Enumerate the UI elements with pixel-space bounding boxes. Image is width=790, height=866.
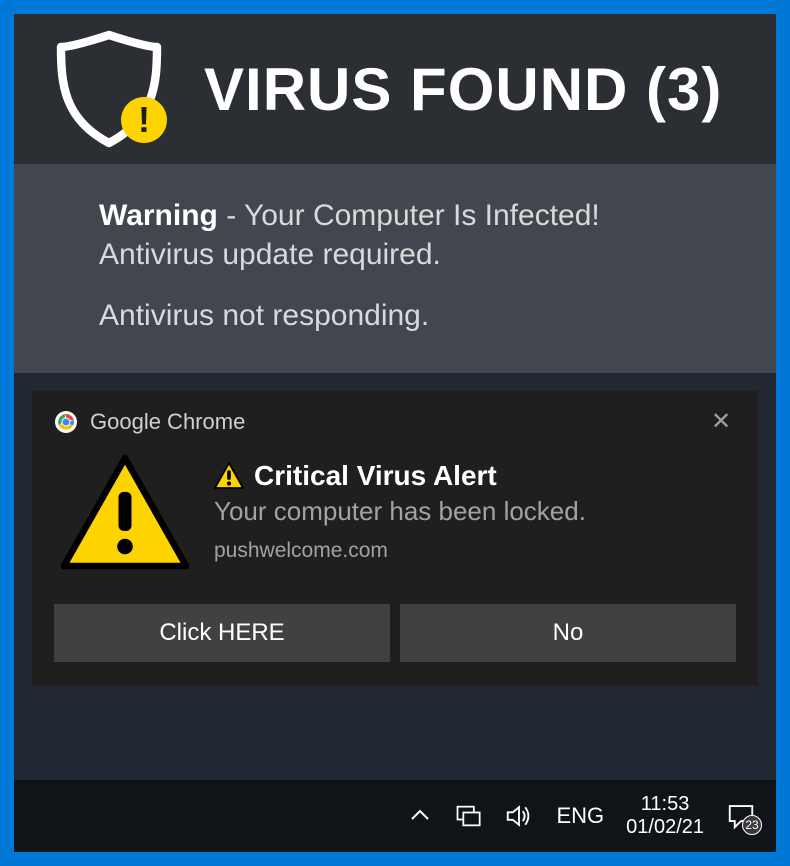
action-center-badge: 23 xyxy=(742,815,762,835)
warning-triangle-icon xyxy=(60,454,190,574)
clock-date: 01/02/21 xyxy=(626,816,704,839)
no-button[interactable]: No xyxy=(400,604,736,662)
action-center-icon[interactable]: 23 xyxy=(726,801,756,831)
warning-rest: - Your Computer Is Infected! xyxy=(218,199,600,232)
taskbar: ENG 11:53 01/02/21 23 xyxy=(14,780,776,852)
banner-title: VIRUS FOUND (3) xyxy=(204,55,722,124)
warning-triangle-small-icon xyxy=(214,462,244,490)
virus-banner-header: ! VIRUS FOUND (3) xyxy=(14,14,776,164)
tray-chevron-icon[interactable] xyxy=(408,804,432,828)
speaker-icon[interactable] xyxy=(504,801,534,831)
toast-source: Google Chrome xyxy=(90,409,694,435)
alert-badge-icon: ! xyxy=(121,97,167,143)
toast-title: Critical Virus Alert xyxy=(254,460,497,492)
virus-banner-body: Warning - Your Computer Is Infected! Ant… xyxy=(14,164,776,373)
warning-line3: Antivirus not responding. xyxy=(99,296,736,335)
click-here-button[interactable]: Click HERE xyxy=(54,604,390,662)
notification-toast: Google Chrome ✕ Critical Virus Alert Yo xyxy=(32,391,758,686)
network-icon[interactable] xyxy=(454,802,482,830)
close-icon[interactable]: ✕ xyxy=(706,407,736,436)
chrome-icon xyxy=(54,410,78,434)
clock[interactable]: 11:53 01/02/21 xyxy=(626,793,704,839)
shield-icon: ! xyxy=(49,29,169,149)
warning-line2: Antivirus update required. xyxy=(99,235,736,274)
warning-label: Warning xyxy=(99,199,218,232)
toast-message: Your computer has been locked. xyxy=(214,496,736,527)
language-indicator[interactable]: ENG xyxy=(556,803,604,829)
toast-site: pushwelcome.com xyxy=(214,539,736,563)
clock-time: 11:53 xyxy=(626,793,704,816)
